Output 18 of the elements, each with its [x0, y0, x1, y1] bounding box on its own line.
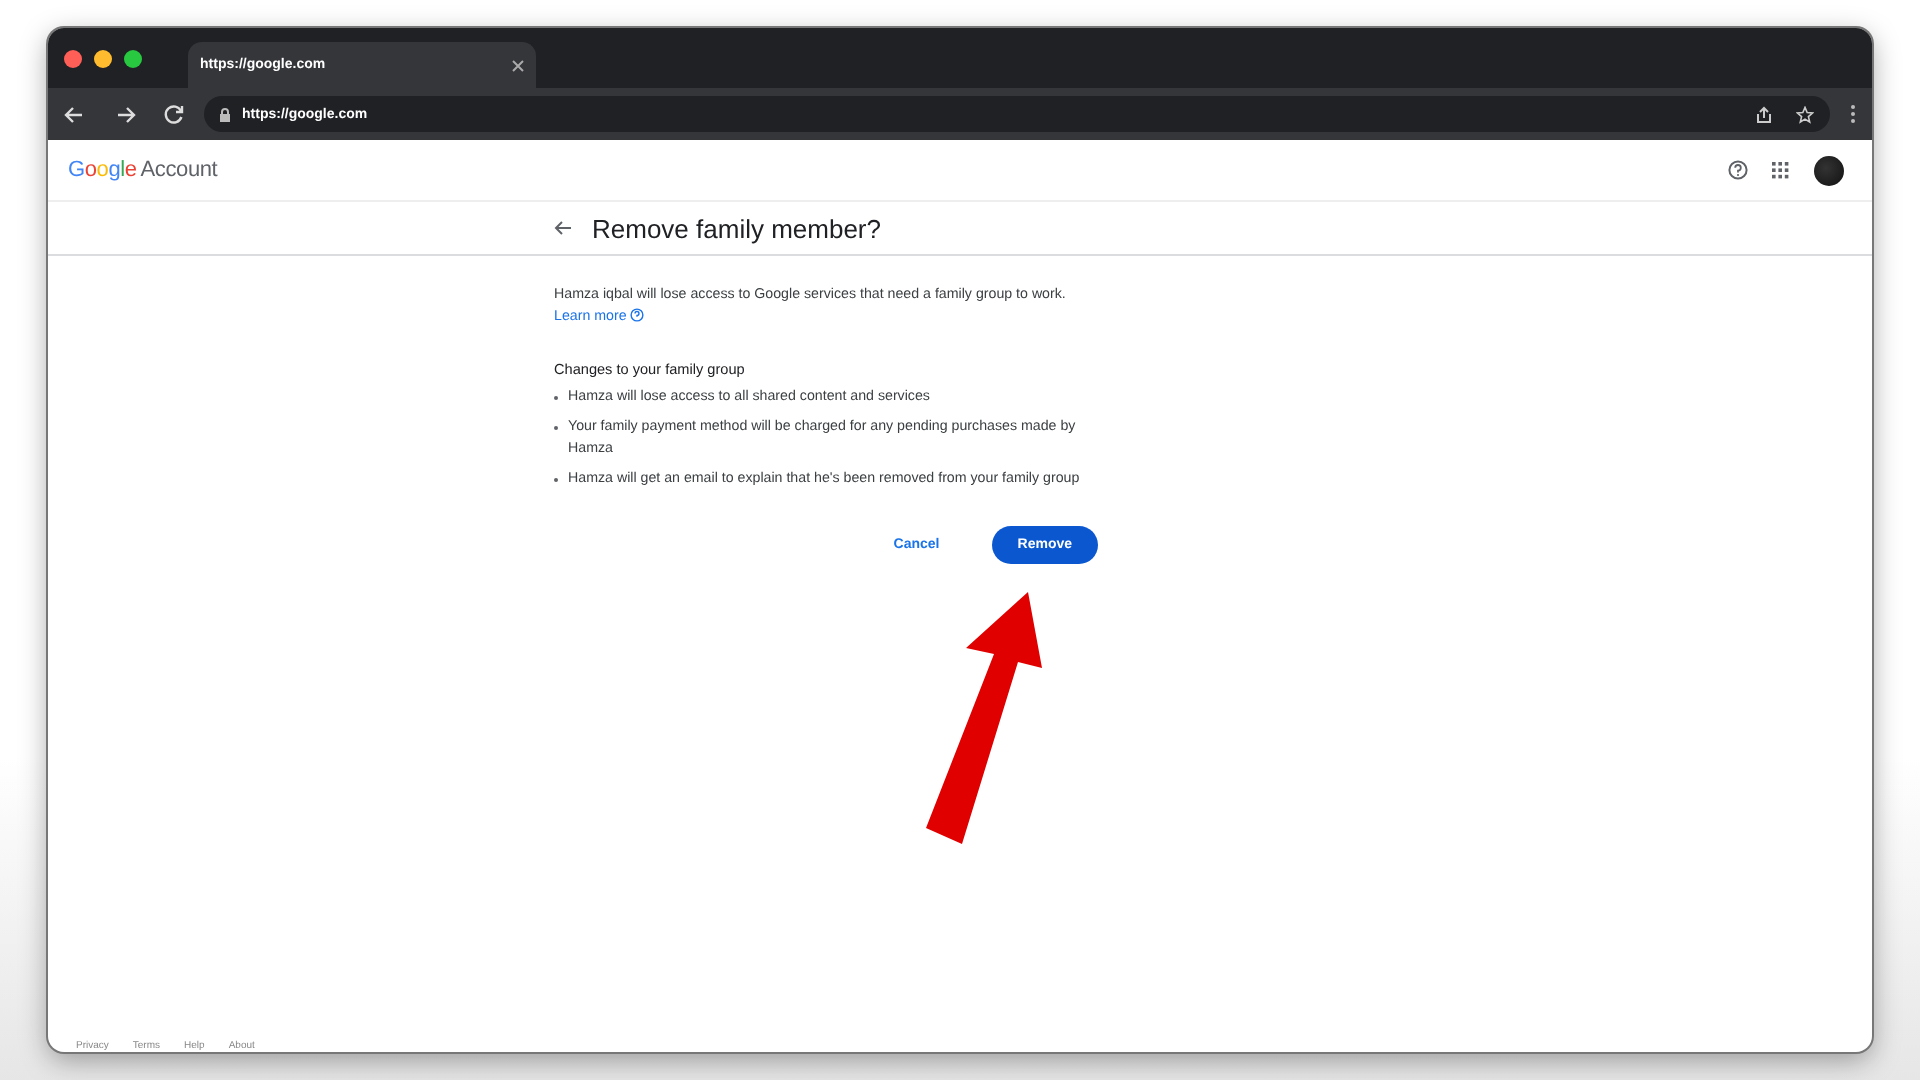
logo[interactable]: Google Account	[68, 158, 218, 182]
dialog-title: Remove family member?	[592, 213, 881, 243]
help-icon	[630, 308, 645, 322]
share-icon[interactable]	[1756, 105, 1772, 123]
reload-icon[interactable]	[164, 104, 184, 124]
help-icon[interactable]	[1728, 160, 1748, 180]
menu-icon[interactable]	[1850, 104, 1856, 124]
forward-icon[interactable]	[116, 105, 136, 123]
maximize-window-icon[interactable]	[124, 49, 142, 67]
star-icon[interactable]	[1796, 105, 1814, 123]
close-window-icon[interactable]	[64, 49, 82, 67]
back-arrow-icon[interactable]	[554, 220, 572, 236]
avatar[interactable]	[1814, 155, 1844, 185]
apps-grid-icon[interactable]	[1772, 161, 1790, 179]
minimize-window-icon[interactable]	[94, 49, 112, 67]
lock-icon	[220, 107, 230, 121]
back-icon[interactable]	[64, 105, 84, 123]
close-icon[interactable]	[512, 59, 524, 71]
